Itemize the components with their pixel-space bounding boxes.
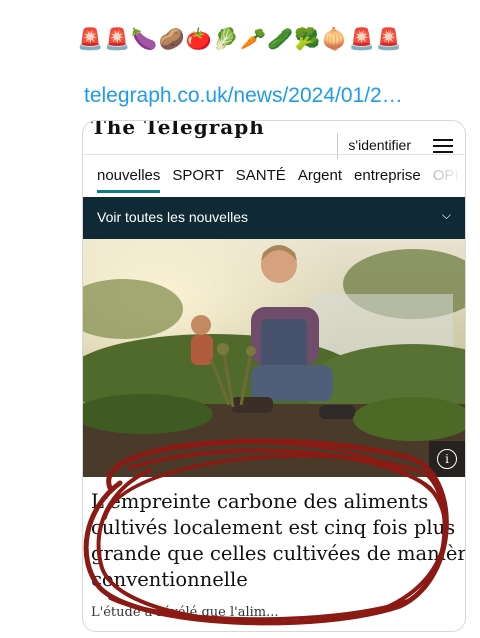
tweet-link[interactable]: telegraph.co.uk/news/2024/01/2… xyxy=(84,84,464,108)
tab-argent[interactable]: Argent xyxy=(292,163,348,193)
headline-line-2: cultivés localement est cinq fois plus xyxy=(91,516,456,539)
news-drawer[interactable]: Voir toutes les nouvelles ⌵ xyxy=(83,197,465,239)
headline-line-4: conventionnelle xyxy=(91,568,248,591)
section-nav: nouvellesSPORTSANTÉArgententrepriseOPI xyxy=(83,163,465,195)
signin-button[interactable]: s'identifier xyxy=(337,133,421,159)
drawer-label: Voir toutes les nouvelles xyxy=(97,209,248,225)
article-standfirst: L'étude a révélé que l'alim... xyxy=(91,605,279,620)
tab-sport[interactable]: SPORT xyxy=(166,163,229,193)
menu-icon[interactable] xyxy=(433,139,453,153)
headline-line-3: grande que celles cultivées de manièr xyxy=(91,542,466,565)
tab-sante[interactable]: SANTÉ xyxy=(230,163,292,193)
link-preview-card[interactable]: The Telegraph s'identifier nouvelles SPOR… xyxy=(82,120,466,632)
tab-entreprise[interactable]: entreprise xyxy=(348,163,427,193)
article-headline[interactable]: L'empreinte carbone des aliments cultivé… xyxy=(91,489,466,593)
chevron-down-icon: ⌵ xyxy=(441,208,451,222)
info-icon: i xyxy=(437,449,457,469)
tweet-emoji-line: 🚨🚨🍆🥔🍅🥬🥕🥒🥦🧅🚨🚨 xyxy=(77,27,403,51)
image-info-button[interactable]: i xyxy=(429,441,465,477)
top-bar: s'identifier xyxy=(83,133,465,159)
divider xyxy=(83,154,465,155)
tab-nouvelles[interactable]: nouvelles xyxy=(91,163,166,193)
article-photo: i xyxy=(83,239,465,477)
nav-fade xyxy=(435,163,465,193)
headline-line-1: L'empreinte carbone des aliments xyxy=(91,490,429,513)
